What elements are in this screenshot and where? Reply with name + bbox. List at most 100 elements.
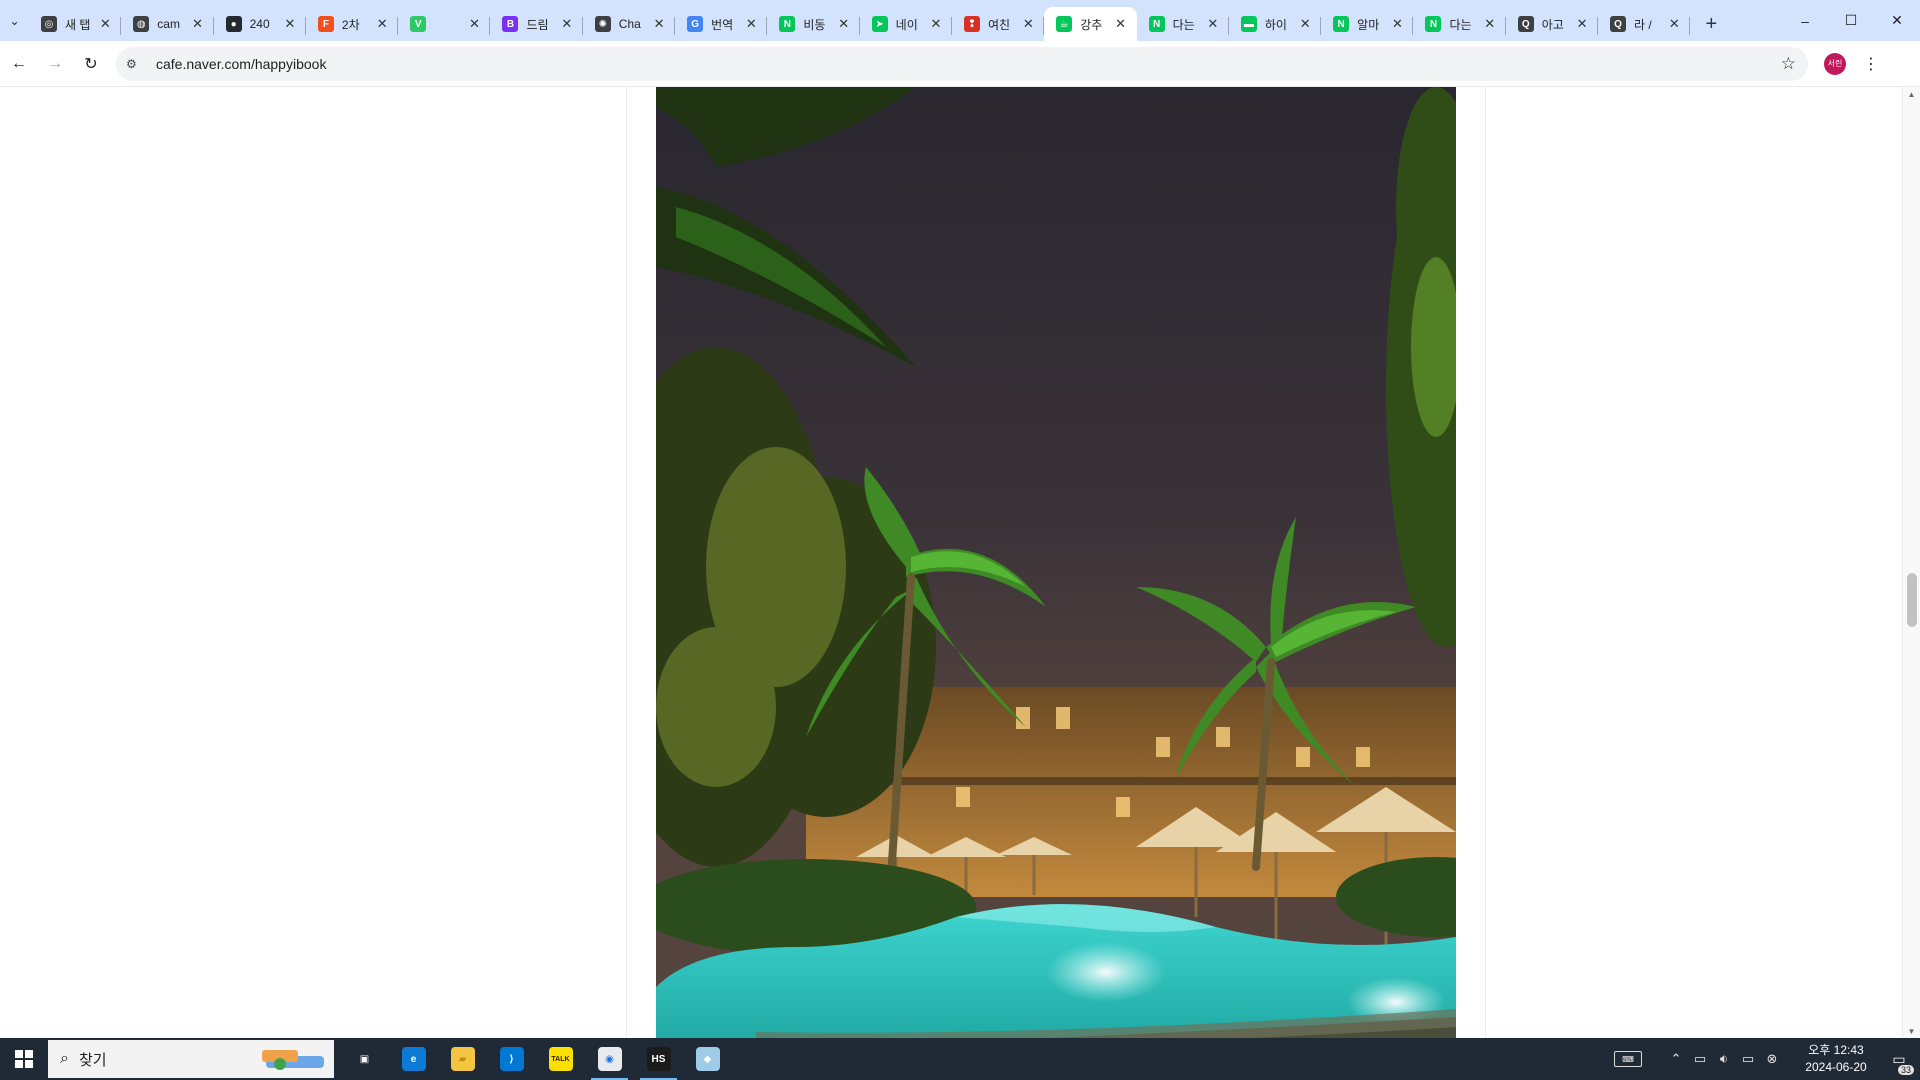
taskbar-search-placeholder: 찾기 bbox=[78, 1051, 107, 1069]
start-button[interactable] bbox=[0, 1038, 48, 1080]
forward-button[interactable]: → bbox=[38, 47, 72, 81]
maximize-button[interactable]: ☐ bbox=[1828, 0, 1874, 41]
browser-tab[interactable]: ◍ cam ✕ bbox=[121, 7, 214, 41]
tab-title: 강추 bbox=[1080, 17, 1103, 32]
keyboard-layout-icon[interactable]: ⌨ bbox=[1614, 1051, 1642, 1067]
browser-tab[interactable]: N 알마 ✕ bbox=[1321, 7, 1414, 41]
file-explorer-icon: ▰ bbox=[450, 1047, 475, 1071]
close-tab-icon[interactable]: ✕ bbox=[1205, 16, 1221, 32]
taskbar-app-vscode[interactable]: ⟩ bbox=[487, 1038, 536, 1080]
browser-tab[interactable]: N 다는 ✕ bbox=[1137, 7, 1230, 41]
naver-icon: N bbox=[1425, 16, 1442, 32]
browser-tab[interactable]: ◎ 새 탭 ✕ bbox=[29, 7, 122, 41]
close-tab-icon[interactable]: ✕ bbox=[1389, 16, 1405, 32]
taskbar-app-file-explorer[interactable]: ▰ bbox=[438, 1038, 487, 1080]
back-button[interactable]: ← bbox=[2, 47, 36, 81]
search-q-icon: Q bbox=[1517, 16, 1534, 32]
chrome-icon: ◎ bbox=[41, 16, 57, 32]
scrollbar-thumb[interactable] bbox=[1907, 573, 1917, 627]
network-icon[interactable]: ▭ bbox=[1736, 1051, 1760, 1067]
arrow-left-icon: ← bbox=[11, 54, 27, 72]
scroll-down-icon[interactable]: ▼ bbox=[1903, 1024, 1920, 1038]
close-tab-icon[interactable]: ✕ bbox=[1482, 16, 1498, 32]
close-tab-icon[interactable]: ✕ bbox=[651, 16, 667, 32]
notes-icon: ◆ bbox=[695, 1047, 720, 1071]
taskbar-app-notes[interactable]: ◆ bbox=[683, 1038, 732, 1080]
close-tab-icon[interactable]: ✕ bbox=[559, 16, 575, 32]
page-scrollbar[interactable]: ▲ ▼ bbox=[1902, 87, 1920, 1038]
browser-tab[interactable]: B 드림 ✕ bbox=[490, 7, 584, 41]
close-tab-icon[interactable]: ✕ bbox=[374, 16, 390, 32]
close-tab-icon[interactable]: ✕ bbox=[1297, 16, 1313, 32]
browser-tab[interactable]: ▬ 하이 ✕ bbox=[1229, 7, 1322, 41]
taskbar-app-task-view[interactable]: ▣ bbox=[340, 1038, 389, 1080]
browser-tab[interactable]: G 번역 ✕ bbox=[675, 7, 768, 41]
browser-tab[interactable]: ✺ Cha ✕ bbox=[583, 7, 676, 41]
meet-camera-icon[interactable]: ▭ bbox=[1688, 1051, 1712, 1067]
status-error-icon[interactable]: ⊗ bbox=[1760, 1051, 1784, 1067]
resort-pool-night-photo[interactable] bbox=[656, 87, 1456, 1038]
close-tab-icon[interactable]: ✕ bbox=[1666, 16, 1682, 32]
browser-tab[interactable]: N 다는 ✕ bbox=[1413, 7, 1507, 41]
scroll-up-icon[interactable]: ▲ bbox=[1903, 87, 1920, 101]
close-tab-icon[interactable]: ✕ bbox=[1113, 16, 1129, 32]
close-window-button[interactable]: ✕ bbox=[1874, 0, 1920, 41]
tab-title: 여친 bbox=[987, 17, 1011, 32]
globe-icon: ◍ bbox=[133, 16, 150, 32]
close-tab-icon[interactable]: ✕ bbox=[466, 16, 482, 32]
bookmark-star-icon[interactable]: ☆ bbox=[1781, 54, 1796, 74]
tab-title: 하이 bbox=[1264, 17, 1287, 32]
clock-date: 2024-06-20 bbox=[1805, 1060, 1867, 1074]
bird-icon: ➤ bbox=[871, 16, 888, 32]
close-tab-icon[interactable]: ✕ bbox=[1574, 16, 1590, 32]
browser-tab[interactable]: N 비동 ✕ bbox=[767, 7, 860, 41]
taskbar-app-kakaotalk[interactable]: TALK bbox=[536, 1038, 585, 1080]
tab-strip: ⌄ ◎ 새 탭 ✕ ◍ cam ✕ ● 240 ✕ F 2차 ✕ V ✕ B 드림 ✕ ✺ Cha ✕ G 번역 ✕ N 비동 ✕… bbox=[0, 0, 1920, 41]
taskbar-app-chrome[interactable]: ◉ bbox=[585, 1038, 634, 1080]
close-tab-icon[interactable]: ✕ bbox=[743, 16, 759, 32]
kebab-menu-icon[interactable]: ⋮ bbox=[1856, 54, 1886, 74]
close-tab-icon[interactable]: ✕ bbox=[97, 16, 113, 32]
tab-title: 새 탭 bbox=[65, 17, 91, 32]
reload-button[interactable]: ↻ bbox=[74, 47, 108, 81]
close-tab-icon[interactable]: ✕ bbox=[1020, 16, 1036, 32]
taskbar-clock[interactable]: 오후 12:43 2024-06-20 bbox=[1794, 1042, 1878, 1076]
browser-toolbar: ← → ↻ ⚙ cafe.naver.com/happyibook ☆ 서린 ⋮ bbox=[0, 41, 1920, 87]
naver-icon: N bbox=[779, 16, 796, 32]
browser-tab[interactable]: V ✕ bbox=[398, 7, 491, 41]
browser-tab[interactable]: ● 240 ✕ bbox=[214, 7, 307, 41]
notification-center-button[interactable]: ▭ 33 bbox=[1878, 1038, 1920, 1080]
windows-logo-icon bbox=[15, 1050, 33, 1068]
taskbar-search-box[interactable]: ⌕ 찾기 bbox=[48, 1040, 334, 1078]
taskbar-app-edge[interactable]: e bbox=[389, 1038, 438, 1080]
minimize-button[interactable]: – bbox=[1782, 0, 1828, 41]
arrow-right-icon: → bbox=[47, 54, 63, 72]
profile-avatar[interactable]: 서린 bbox=[1824, 52, 1846, 75]
close-tab-icon[interactable]: ✕ bbox=[190, 16, 206, 32]
new-tab-button[interactable]: + bbox=[1696, 7, 1726, 41]
notification-count-badge: 33 bbox=[1897, 1065, 1914, 1075]
chevron-up-icon[interactable]: ⌃ bbox=[1664, 1051, 1688, 1067]
windows-taskbar: ⌕ 찾기 ▣ e ▰ ⟩ TALK ◉ HS ◆ ⌨ ⌃ ▭ 🔉︎ ▭ ⊗ 오후 12:43 … bbox=[0, 1038, 1920, 1080]
browser-tab[interactable]: ☕ 강추 ✕ bbox=[1044, 7, 1137, 41]
close-tab-icon[interactable]: ✕ bbox=[836, 16, 852, 32]
site-info-icon[interactable]: ⚙ bbox=[126, 57, 148, 71]
tab-title: 번역 bbox=[711, 17, 734, 32]
system-tray: ⌨ ⌃ ▭ 🔉︎ ▭ ⊗ 오후 12:43 2024-06-20 ▭ 33 bbox=[1614, 1038, 1920, 1080]
taskbar-app-hs-app[interactable]: HS bbox=[634, 1038, 683, 1080]
tab-title: 라 / bbox=[1634, 17, 1652, 32]
github-icon: ● bbox=[225, 16, 242, 32]
address-bar[interactable]: ⚙ cafe.naver.com/happyibook ☆ bbox=[116, 46, 1808, 81]
browser-tab[interactable]: F 2차 ✕ bbox=[306, 7, 399, 41]
browser-tab[interactable]: ➤ 네이 ✕ bbox=[860, 7, 953, 41]
close-tab-icon[interactable]: ✕ bbox=[282, 16, 298, 32]
pin-icon: ❢ bbox=[963, 16, 980, 32]
tab-search-button[interactable]: ⌄ bbox=[0, 0, 29, 41]
browser-tab[interactable]: ❢ 여친 ✕ bbox=[952, 7, 1045, 41]
browser-tab[interactable]: Q 아고 ✕ bbox=[1506, 7, 1599, 41]
tab-title: 2차 bbox=[341, 17, 360, 32]
browser-tab[interactable]: Q 라 / ✕ bbox=[1598, 7, 1691, 41]
volume-icon[interactable]: 🔉︎ bbox=[1712, 1051, 1736, 1067]
url-text[interactable]: cafe.naver.com/happyibook bbox=[156, 56, 326, 72]
close-tab-icon[interactable]: ✕ bbox=[928, 16, 944, 32]
